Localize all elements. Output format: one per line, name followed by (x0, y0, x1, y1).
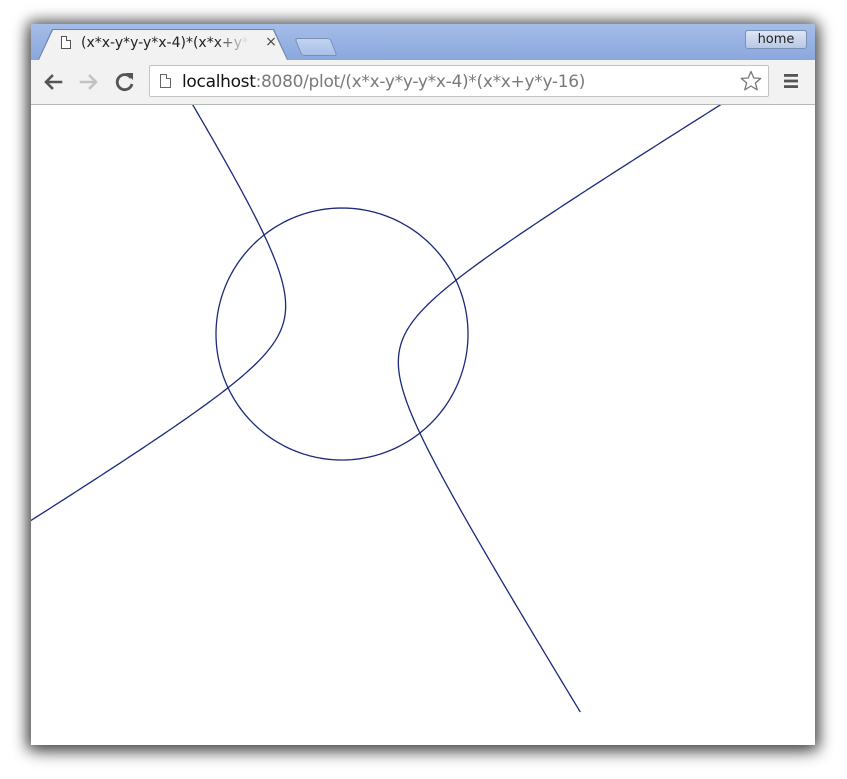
star-icon[interactable] (739, 69, 763, 93)
page-icon (160, 74, 171, 88)
hyperbola-branch-right (397, 105, 722, 713)
address-bar[interactable]: localhost:8080/plot/(x*x-y*y-y*x-4)*(x*x… (149, 65, 769, 97)
url-text[interactable]: localhost:8080/plot/(x*x-y*y-y*x-4)*(x*x… (182, 71, 585, 93)
close-icon[interactable]: × (263, 33, 279, 51)
home-button[interactable]: home (745, 30, 807, 49)
circle-curve (215, 207, 469, 461)
forward-arrow-icon[interactable] (77, 70, 101, 94)
document-icon (61, 36, 71, 49)
browser-window: (x*x-y*y-y*x-4)*(x*x+y*y-16) × home loca… (31, 24, 815, 745)
toolbar: localhost:8080/plot/(x*x-y*y-y*x-4)*(x*x… (31, 60, 815, 105)
url-host: localhost (182, 72, 256, 92)
page-content (31, 105, 815, 745)
implicit-plot (31, 105, 722, 713)
hamburger-menu-icon[interactable] (781, 71, 801, 91)
tab-title[interactable]: (x*x-y*y-y*x-4)*(x*x+y*y-16) (81, 34, 249, 52)
back-arrow-icon[interactable] (41, 70, 65, 94)
new-tab-button[interactable] (294, 38, 338, 56)
tab-strip: (x*x-y*y-y*x-4)*(x*x+y*y-16) × home (31, 24, 815, 61)
url-path: :8080/plot/(x*x-y*y-y*x-4)*(x*x+y*y-16) (255, 72, 586, 92)
hyperbola-branch-left (31, 105, 287, 522)
reload-icon[interactable] (113, 70, 137, 94)
